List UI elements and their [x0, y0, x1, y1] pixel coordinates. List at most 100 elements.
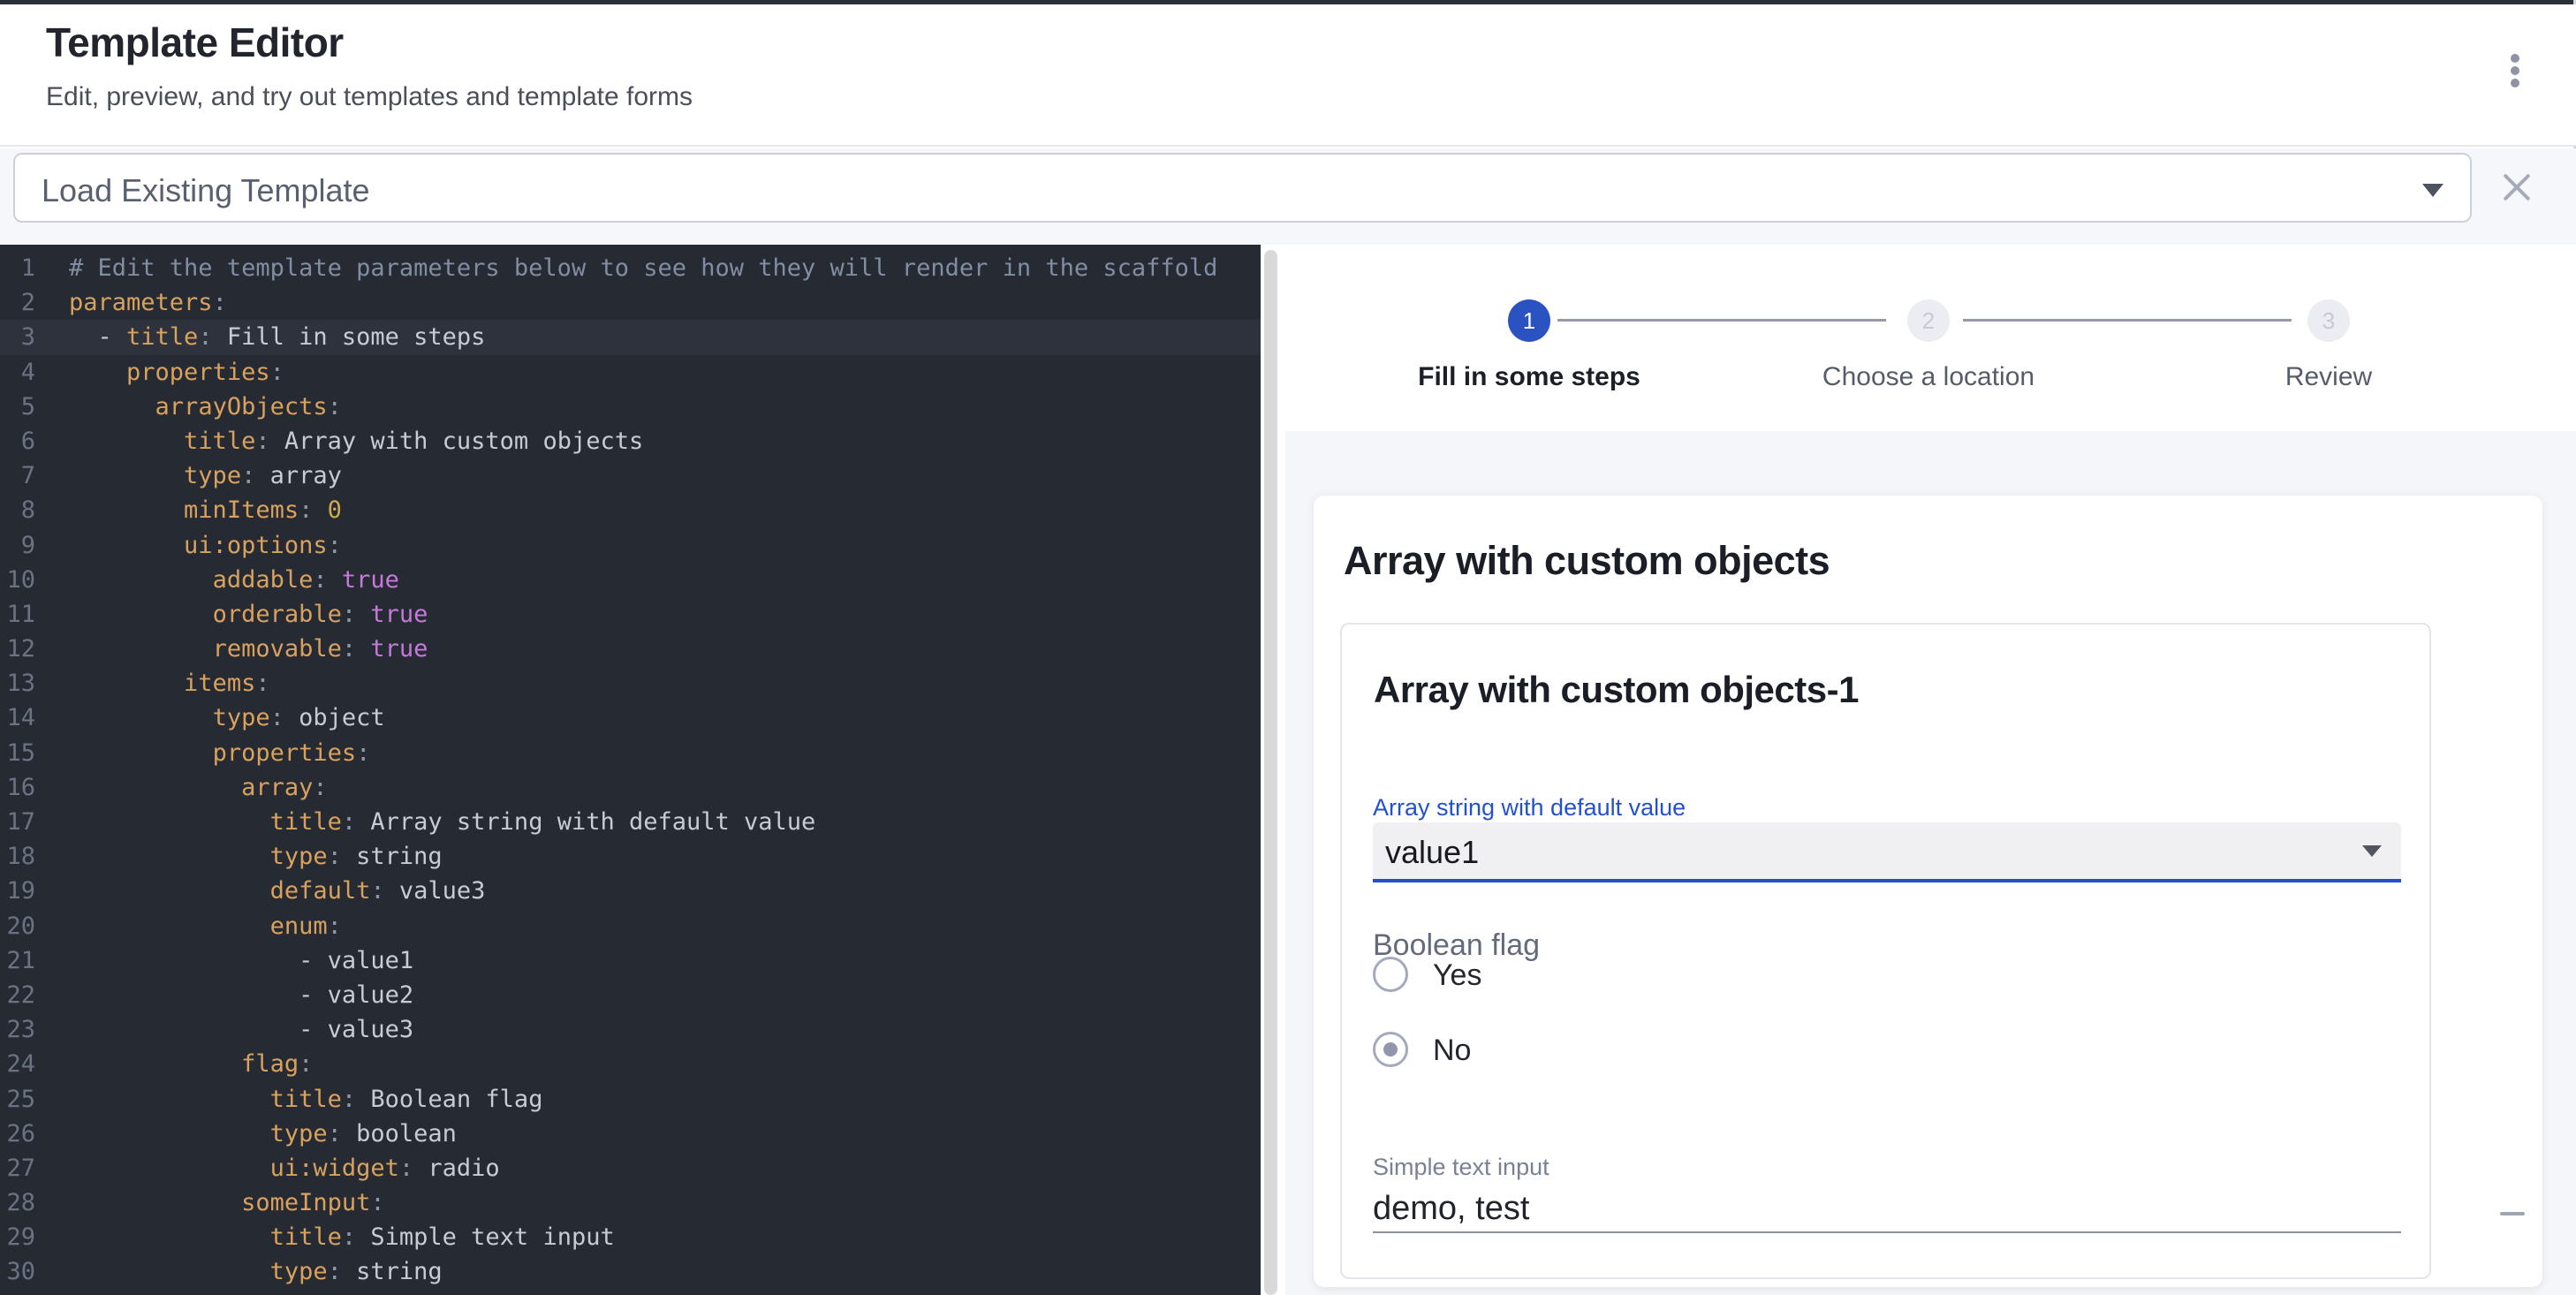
code-text: addable: true [69, 563, 399, 597]
code-line-4[interactable]: 4 properties: [0, 355, 1261, 390]
line-number: 26 [0, 1117, 35, 1151]
line-number: 8 [0, 493, 35, 527]
code-line-8[interactable]: 8 minItems: 0 [0, 493, 1261, 527]
code-text: flag: [69, 1047, 313, 1081]
remove-array-item-button[interactable] [2488, 1189, 2537, 1238]
line-number: 6 [0, 424, 35, 458]
line-number: 17 [0, 805, 35, 839]
line-number: 1 [0, 251, 35, 285]
radio-option-no[interactable]: No [1373, 1032, 1549, 1067]
line-number: 2 [0, 285, 35, 320]
template-editor-page: Template Editor Edit, preview, and try o… [0, 0, 2576, 1295]
text-input-underline [1373, 1231, 2401, 1233]
radio-label: Yes [1433, 958, 1481, 993]
code-line-24[interactable]: 24 flag: [0, 1047, 1261, 1081]
line-number: 18 [0, 839, 35, 874]
code-text: parameters: [69, 285, 227, 320]
page-title: Template Editor [46, 19, 344, 66]
step-circle-3[interactable]: 3 [2307, 299, 2350, 342]
form-section-title: Array with custom objects [1344, 538, 1830, 584]
page-subtitle: Edit, preview, and try out templates and… [46, 82, 693, 112]
code-text: ui:options: [69, 528, 342, 563]
code-line-10[interactable]: 10 addable: true [0, 563, 1261, 597]
line-number: 29 [0, 1220, 35, 1254]
code-line-25[interactable]: 25 title: Boolean flag [0, 1082, 1261, 1117]
code-line-16[interactable]: 16 array: [0, 770, 1261, 805]
line-number: 7 [0, 458, 35, 493]
code-line-3[interactable]: 3 - title: Fill in some steps [0, 320, 1261, 354]
step-circle-1[interactable]: 1 [1508, 299, 1550, 342]
code-text: type: string [69, 1254, 443, 1289]
array-item-card: Array with custom objects-1 Array string… [1340, 623, 2431, 1279]
line-number: 5 [0, 390, 35, 424]
code-text: title: Array string with default value [69, 805, 815, 839]
stepper: 1Fill in some steps2Choose a location3Re… [1285, 245, 2576, 431]
editor-scrollbar-thumb[interactable] [1264, 250, 1277, 1295]
code-line-13[interactable]: 13 items: [0, 666, 1261, 701]
template-loader-bar: Load Existing Template [0, 148, 2576, 245]
code-text: enum: [69, 909, 342, 943]
code-text: type: array [69, 458, 342, 493]
code-line-2[interactable]: 2 parameters: [0, 285, 1261, 320]
code-text: ui:widget: radio [69, 1151, 500, 1185]
code-text: default: value3 [69, 874, 485, 908]
line-number: 11 [0, 597, 35, 632]
code-text: - value1 [69, 943, 413, 978]
code-text: type: object [69, 701, 385, 735]
array-string-select[interactable]: value1 [1373, 822, 2401, 879]
code-line-12[interactable]: 12 removable: true [0, 632, 1261, 666]
step-label-3: Review [2152, 362, 2505, 392]
step-label-2: Choose a location [1752, 362, 2105, 392]
clear-template-button[interactable] [2501, 172, 2533, 204]
line-number: 25 [0, 1082, 35, 1117]
array-item-title: Array with custom objects-1 [1374, 669, 1859, 711]
line-number: 15 [0, 736, 35, 770]
code-line-5[interactable]: 5 arrayObjects: [0, 390, 1261, 424]
step-connector-1 [1557, 319, 1886, 322]
code-line-15[interactable]: 15 properties: [0, 736, 1261, 770]
code-line-6[interactable]: 6 title: Array with custom objects [0, 424, 1261, 458]
code-line-14[interactable]: 14 type: object [0, 701, 1261, 735]
code-line-27[interactable]: 27 ui:widget: radio [0, 1151, 1261, 1185]
code-text: orderable: true [69, 597, 428, 632]
code-text: items: [69, 666, 270, 701]
radio-option-yes[interactable]: Yes [1373, 957, 1549, 992]
line-number: 21 [0, 943, 35, 978]
code-line-19[interactable]: 19 default: value3 [0, 874, 1261, 908]
yaml-code-editor[interactable]: 1 # Edit the template parameters below to… [0, 245, 1261, 1295]
code-line-18[interactable]: 18 type: string [0, 839, 1261, 874]
load-existing-template-select[interactable]: Load Existing Template [13, 153, 2472, 223]
code-line-22[interactable]: 22 - value2 [0, 978, 1261, 1012]
more-options-icon[interactable] [2498, 43, 2532, 110]
page-header: Template Editor Edit, preview, and try o… [0, 4, 2576, 147]
code-line-17[interactable]: 17 title: Array string with default valu… [0, 805, 1261, 839]
code-line-28[interactable]: 28 someInput: [0, 1185, 1261, 1220]
form-preview-panel: 1Fill in some steps2Choose a location3Re… [1285, 245, 2576, 1295]
line-number: 13 [0, 666, 35, 701]
code-line-9[interactable]: 9 ui:options: [0, 528, 1261, 563]
code-text: minItems: 0 [69, 493, 342, 527]
code-line-30[interactable]: 30 type: string [0, 1254, 1261, 1289]
code-text: removable: true [69, 632, 428, 666]
line-number: 22 [0, 978, 35, 1012]
line-number: 4 [0, 355, 35, 390]
code-line-20[interactable]: 20 enum: [0, 909, 1261, 943]
line-number: 9 [0, 528, 35, 563]
code-text: type: boolean [69, 1117, 457, 1151]
code-line-7[interactable]: 7 type: array [0, 458, 1261, 493]
simple-text-input[interactable]: demo, test [1373, 1190, 1529, 1228]
editor-scrollbar-track [1261, 245, 1285, 1295]
code-line-1[interactable]: 1 # Edit the template parameters below to… [0, 251, 1261, 285]
code-line-23[interactable]: 23 - value3 [0, 1012, 1261, 1047]
code-text: # Edit the template parameters below to … [69, 251, 1217, 285]
line-number: 30 [0, 1254, 35, 1289]
code-line-26[interactable]: 26 type: boolean [0, 1117, 1261, 1151]
code-line-29[interactable]: 29 title: Simple text input [0, 1220, 1261, 1254]
code-line-11[interactable]: 11 orderable: true [0, 597, 1261, 632]
line-number: 10 [0, 563, 35, 597]
code-text: - value3 [69, 1012, 413, 1047]
code-line-21[interactable]: 21 - value1 [0, 943, 1261, 978]
step-circle-2[interactable]: 2 [1907, 299, 1950, 342]
radio-circle-icon [1373, 957, 1408, 992]
code-text: title: Boolean flag [69, 1082, 542, 1117]
